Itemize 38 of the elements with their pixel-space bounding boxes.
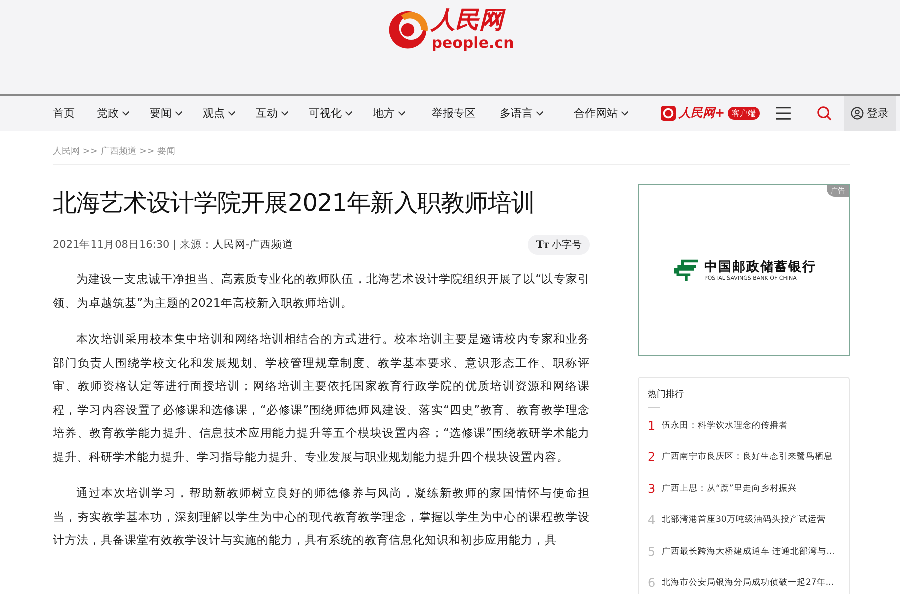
ranking-item[interactable]: 3 广西上思：从“蔗”里走向乡村振兴 bbox=[648, 473, 840, 504]
rank-number: 5 bbox=[648, 544, 656, 559]
article-title: 北海艺术设计学院开展2021年新入职教师培训 bbox=[53, 188, 536, 219]
nav-link[interactable]: 观点 bbox=[203, 106, 236, 121]
rank-number: 3 bbox=[648, 482, 656, 496]
nav-link[interactable]: 地方 bbox=[373, 106, 406, 121]
nav-link[interactable]: 可视化 bbox=[309, 106, 353, 121]
rank-number: 1 bbox=[648, 418, 656, 433]
ranking-item[interactable]: 2 广西南宁市良庆区：良好生态引来鹭鸟栖息 bbox=[648, 442, 840, 473]
article-paragraph: 为建设一支忠诚干净担当、高素质专业化的教师队伍，北海艺术设计学院组织开展了以“以专家引领、为卓越筑基”为主题的2021年高校新入职教师培训。 bbox=[53, 271, 590, 312]
source-link[interactable]: 人民网-广西频道 bbox=[212, 239, 294, 251]
rank-number: 2 bbox=[648, 450, 656, 464]
bank-name: 中国邮政储蓄银行 bbox=[704, 259, 816, 276]
login-button[interactable]: 登录 bbox=[844, 96, 896, 131]
ranking-item[interactable]: 4 北部湾港首座30万吨级油码头投产试运营 bbox=[648, 504, 840, 536]
rank-number: 6 bbox=[648, 576, 656, 590]
article-paragraph: 通过本次培训学习，帮助新教师树立良好的师德修养与风尚，凝练新教师的家国情怀与使命担当，夯实教学基本功，深刻理解以学生为中心的现代教育教学理念，掌握以学生为中心的课程教学设计方法，具备课堂有效教学设计与实施的能力，具有系统的教育信息化知识和初步应用能力，具 bbox=[53, 485, 590, 549]
nav-link[interactable]: 首页 bbox=[53, 106, 75, 121]
rank-number: 4 bbox=[648, 513, 656, 528]
app-link[interactable]: 人民网+ 客户端 bbox=[661, 105, 760, 122]
bank-logo-icon bbox=[672, 258, 700, 282]
article-paragraph: 本次培训采用校本集中培训和网络培训相结合的方式进行。校本培训主要是邀请校内专家和业务部门负责人围绕学校文化和发展规划、学校管理规章制度、教学基本要求、意识形态工作、职称评审、教师资格认定等进行面授培训；网络培训主要依托国家教育行政学院的优质培训资源和网络课程，学习内容设置了必修课和选修课，“必修课”围绕师德师风建设、落实“四史”教育、教育教学理念培养、教育教学能力提升、信息技术应用能力提升等五个模块设置内容；“选修课”围绕教研学术能力提升、科研学术能力提升、学习指导能力提升、专业发展与职业规划能力提升四个模块设置内容。 bbox=[53, 331, 590, 466]
nav-link[interactable]: 互动 bbox=[256, 106, 289, 121]
ranking-item[interactable]: 1 伍永田：科学饮水理念的传播者 bbox=[648, 410, 840, 442]
nav-link[interactable]: 党政 bbox=[97, 106, 130, 121]
ranking-item[interactable]: 5 广西最长跨海大桥建成通车 连通北部湾与... bbox=[648, 536, 840, 568]
breadcrumb: 人民网 >> 广西频道 >> 要闻 bbox=[53, 146, 177, 159]
user-icon bbox=[851, 107, 864, 120]
ranking-title: 热门排行 bbox=[648, 388, 685, 401]
ranking-item[interactable]: 6 北海市公安局银海分局成功侦破一起27年... bbox=[648, 568, 840, 594]
logo-domain: people.cn bbox=[432, 34, 514, 52]
app-logo-icon bbox=[661, 106, 676, 121]
nav-link[interactable]: 多语言 bbox=[500, 106, 544, 121]
article-meta: 2021年11月08日16:30 | 来源： bbox=[53, 239, 213, 251]
logo-wordmark: 人民网 bbox=[432, 6, 504, 34]
nav-link[interactable]: 合作网站 bbox=[574, 106, 629, 121]
nav-link[interactable]: 举报专区 bbox=[432, 106, 476, 121]
nav-link[interactable]: 要闻 bbox=[150, 106, 183, 121]
